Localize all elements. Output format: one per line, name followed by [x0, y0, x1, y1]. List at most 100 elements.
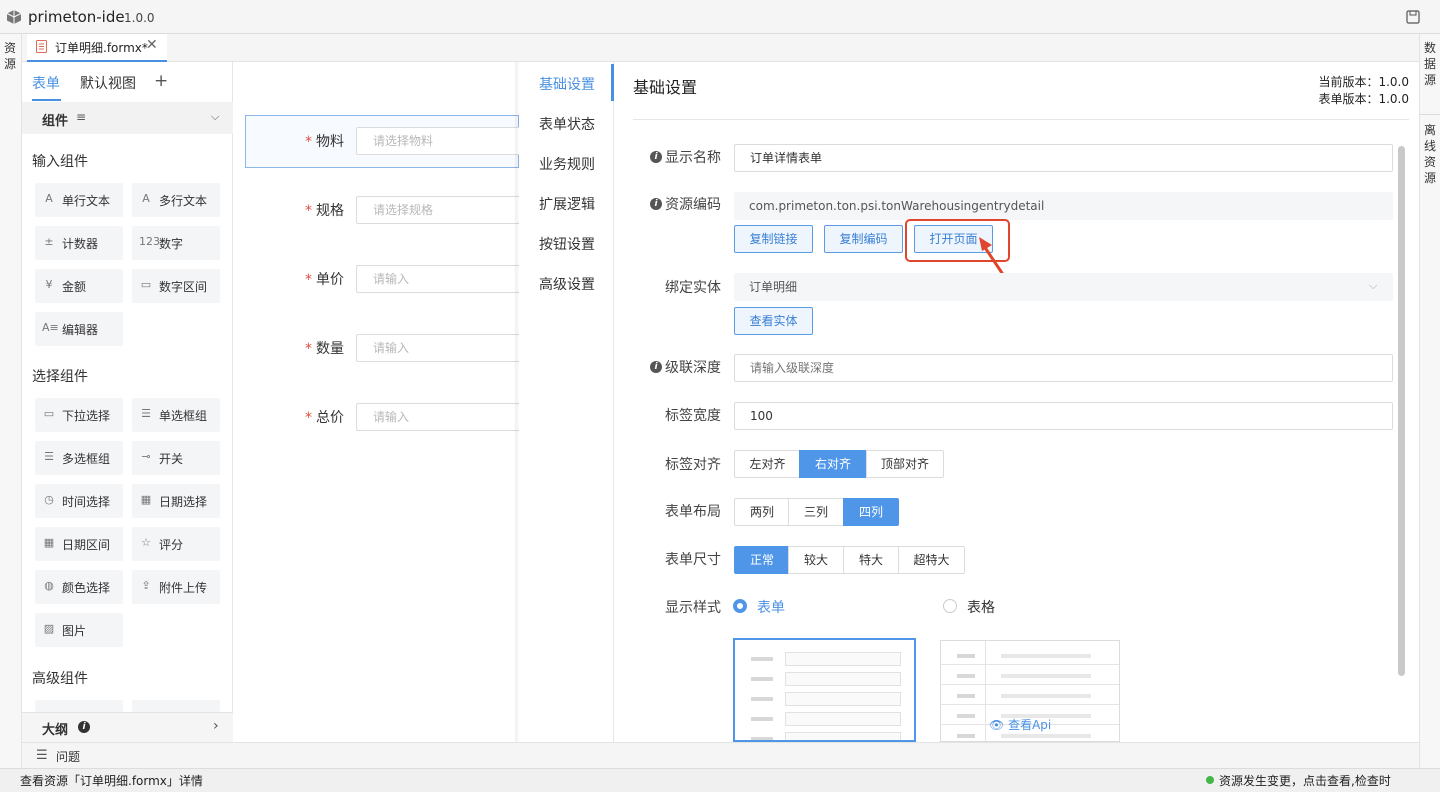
save-icon[interactable]	[1406, 10, 1420, 24]
component-label: 数字	[159, 237, 184, 251]
preview-value-bar	[1001, 694, 1091, 698]
chevron-right-icon[interactable]: ›	[213, 718, 219, 734]
file-tab-label: 订单明细.formx*	[55, 41, 148, 55]
component-item[interactable]: A 多行文本	[132, 183, 220, 217]
view-api-link[interactable]: 👁︎ 查看Api	[989, 716, 1051, 733]
component-item[interactable]: ▨ 图片	[35, 613, 123, 647]
segment-option[interactable]: 右对齐	[799, 450, 867, 478]
component-item[interactable]: ▦ 日期区间	[35, 527, 123, 561]
bind-entity-select[interactable]: 订单明细	[734, 273, 1393, 301]
canvas-field-label-text: 数量	[316, 341, 344, 357]
canvas-field-input[interactable]: 请输入	[356, 403, 519, 431]
nav-item[interactable]: 扩展逻辑	[539, 194, 595, 214]
radio-form-label[interactable]: 表单	[757, 597, 785, 617]
preview-label-bar	[751, 657, 773, 661]
preview-row-line	[941, 684, 1119, 685]
segment-option[interactable]: 超特大	[898, 546, 965, 574]
radio-table[interactable]	[943, 599, 957, 613]
segment-option[interactable]: 左对齐	[734, 450, 801, 478]
offline-resource-strip-label[interactable]: 离线资源	[1423, 122, 1437, 186]
component-item[interactable]: ▦ 日期选择	[132, 484, 220, 518]
radio-table-label[interactable]: 表格	[967, 597, 995, 617]
copy-link-button[interactable]: 复制链接	[734, 225, 813, 253]
scrollbar[interactable]	[1398, 146, 1405, 676]
component-item[interactable]: ¥ 金额	[35, 269, 123, 303]
preview-label-bar	[957, 714, 975, 718]
component-item[interactable]	[132, 700, 220, 712]
preview-value-bar	[1001, 734, 1091, 738]
component-item[interactable]: ☆ 评分	[132, 527, 220, 561]
close-icon[interactable]: ✕	[146, 37, 158, 53]
preview-input-box	[785, 732, 901, 740]
component-item[interactable]: ⊸ 开关	[132, 441, 220, 475]
preview-input-box	[785, 712, 901, 726]
segment-option[interactable]: 三列	[788, 498, 844, 526]
canvas-field-input[interactable]: 请选择物料	[356, 127, 519, 155]
component-item[interactable]: 123 数字	[132, 226, 220, 260]
canvas-field-label: * 单价	[284, 269, 344, 289]
view-entity-button[interactable]: 查看实体	[734, 307, 813, 335]
nav-item[interactable]: 按钮设置	[539, 234, 595, 254]
status-left-text[interactable]: 查看资源「订单明细.formx」详情	[20, 772, 203, 789]
component-icon: ☰	[141, 407, 151, 420]
component-label: 计数器	[62, 237, 99, 251]
active-tab-indicator	[32, 99, 61, 101]
component-item[interactable]: ☰ 单选框组	[132, 398, 220, 432]
component-header-label: 组件	[42, 114, 69, 129]
copy-code-button[interactable]: 复制编码	[824, 225, 903, 253]
bind-entity-label: 绑定实体	[665, 280, 721, 296]
app-title: primeton-ide	[28, 8, 125, 26]
canvas-field-input[interactable]: 请输入	[356, 334, 519, 362]
tab-default-view[interactable]: 默认视图	[80, 73, 136, 93]
component-item[interactable]: ☰ 多选框组	[35, 441, 123, 475]
segment-option[interactable]: 特大	[843, 546, 899, 574]
segment-option[interactable]: 四列	[843, 498, 899, 526]
component-item[interactable]: ▭ 数字区间	[132, 269, 220, 303]
segment-option[interactable]: 顶部对齐	[866, 450, 944, 478]
component-item[interactable]: A≡ 编辑器	[35, 312, 123, 346]
problem-bar[interactable]	[22, 742, 1419, 768]
canvas-field-input[interactable]: 请输入	[356, 265, 519, 293]
component-icon: A	[45, 192, 53, 205]
nav-item[interactable]: 基础设置	[539, 74, 595, 94]
data-source-strip-label[interactable]: 数据源	[1423, 40, 1437, 88]
tab-form[interactable]: 表单	[32, 73, 60, 93]
canvas-field-label: * 物料	[284, 131, 344, 151]
preview-input-box	[785, 672, 901, 686]
resource-strip-label[interactable]: 资源	[3, 40, 17, 72]
segment-option[interactable]: 正常	[734, 546, 790, 574]
nav-item[interactable]: 表单状态	[539, 114, 595, 134]
canvas-field-input[interactable]: 请选择规格	[356, 196, 519, 224]
component-icon: ¥	[45, 278, 53, 291]
segment-option[interactable]: 较大	[788, 546, 844, 574]
component-item[interactable]: ⇪ 附件上传	[132, 570, 220, 604]
chevron-down-icon[interactable]: ⌵	[211, 110, 219, 124]
form-style-preview[interactable]	[733, 638, 916, 742]
nav-item[interactable]: 高级设置	[539, 274, 595, 294]
nav-item[interactable]: 业务规则	[539, 154, 595, 174]
add-view-button[interactable]: +	[154, 71, 168, 91]
segment-option[interactable]: 两列	[734, 498, 790, 526]
component-item[interactable]: ▭ 下拉选择	[35, 398, 123, 432]
component-item[interactable]: ± 计数器	[35, 226, 123, 260]
component-label: 数字区间	[159, 280, 208, 294]
component-label: 开关	[159, 452, 184, 466]
status-right-text[interactable]: 资源发生变更，点击查看,检查时间:14:17	[1219, 772, 1440, 792]
cascade-depth-input[interactable]	[734, 354, 1393, 382]
property-title: 基础设置	[633, 78, 698, 97]
label-width-input[interactable]: 100	[734, 402, 1393, 430]
component-item[interactable]: A 单行文本	[35, 183, 123, 217]
form-layout-label: 表单布局	[665, 504, 721, 520]
component-label: 评分	[159, 538, 184, 552]
canvas-field-label: * 总价	[284, 407, 344, 427]
component-icon: ▨	[43, 622, 55, 635]
component-icon: ◷	[44, 493, 54, 506]
preview-input-box	[785, 652, 901, 666]
component-item[interactable]: ◷ 时间选择	[35, 484, 123, 518]
display-name-input[interactable]: 订单详情表单	[734, 144, 1393, 172]
radio-form[interactable]	[733, 599, 747, 613]
component-label: 单行文本	[62, 194, 111, 208]
file-tab-bar	[22, 34, 1419, 62]
component-item[interactable]: ◍ 颜色选择	[35, 570, 123, 604]
component-item[interactable]	[35, 700, 123, 712]
